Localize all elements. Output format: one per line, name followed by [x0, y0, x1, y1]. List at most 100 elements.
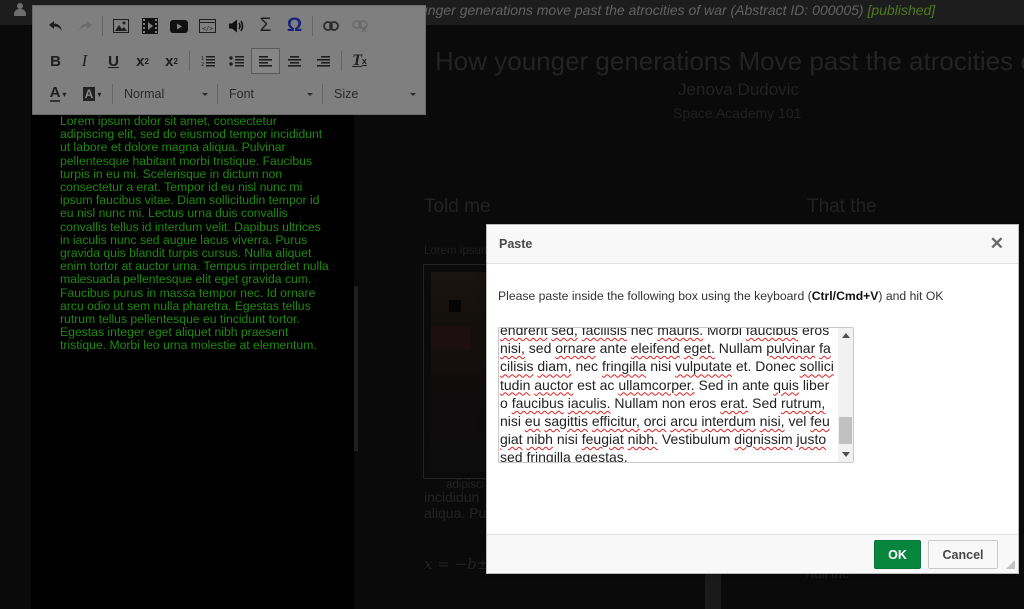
- image-icon[interactable]: [106, 13, 135, 39]
- paste-word: nisi,: [500, 340, 525, 357]
- paste-word: nisi: [500, 413, 522, 430]
- chevron-down-icon: [307, 92, 313, 96]
- cancel-button[interactable]: Cancel: [928, 540, 998, 569]
- background-color-button[interactable]: A ▾: [75, 81, 109, 107]
- paste-word: sagittis: [544, 413, 588, 430]
- ok-button[interactable]: OK: [874, 540, 921, 569]
- svg-text:</>: </>: [202, 26, 213, 33]
- bulleted-list-icon[interactable]: [222, 48, 251, 74]
- close-icon[interactable]: ✕: [990, 234, 1004, 254]
- italic-icon[interactable]: I: [70, 48, 99, 74]
- align-center-icon[interactable]: [280, 48, 309, 74]
- bold-icon[interactable]: B: [41, 48, 70, 74]
- paste-word: ullamcorper.: [618, 376, 695, 393]
- paste-word: Morbi: [707, 327, 743, 338]
- remove-format-icon[interactable]: Tx: [345, 48, 374, 74]
- paste-textarea[interactable]: endrerit sed, facilisis nec mauris. Morb…: [498, 327, 854, 463]
- paste-content[interactable]: endrerit sed, facilisis nec mauris. Morb…: [500, 327, 834, 463]
- underline-icon[interactable]: U: [99, 48, 128, 74]
- numbered-list-icon[interactable]: 12: [193, 48, 222, 74]
- video-icon[interactable]: [135, 13, 164, 39]
- paste-word: arcu: [670, 413, 698, 430]
- chevron-down-icon: ▾: [62, 89, 67, 99]
- paste-word: eros: [801, 327, 830, 338]
- iframe-icon[interactable]: </>: [193, 13, 222, 39]
- paste-word: vel: [788, 413, 807, 430]
- toolbar-separator: [189, 51, 190, 71]
- audio-icon[interactable]: [222, 13, 251, 39]
- scroll-down-icon[interactable]: [842, 452, 850, 457]
- toolbar-row: B I U x2 x2 12 Tx: [41, 47, 374, 75]
- special-char-icon[interactable]: Ω: [280, 13, 309, 39]
- paste-word: vulputate: [675, 358, 732, 375]
- column-a-paragraph: incididun aliqua. Pu: [424, 489, 486, 521]
- paste-word: Vestibulum: [661, 431, 731, 448]
- toolbar-separator: [322, 84, 323, 104]
- resize-handle[interactable]: [1006, 560, 1015, 569]
- align-right-icon[interactable]: [309, 48, 338, 74]
- paste-word: et.: [735, 358, 752, 375]
- text-color-button[interactable]: A ▾: [41, 81, 75, 107]
- paste-word: egestas.: [574, 449, 628, 463]
- toolbar-separator: [102, 16, 103, 36]
- paste-word: ante: [742, 376, 770, 393]
- paste-word: fringilla: [526, 449, 571, 463]
- column-b-heading: That the: [807, 196, 877, 217]
- dialog-footer: OK Cancel: [487, 534, 1018, 573]
- dialog-header[interactable]: Paste ✕: [487, 225, 1018, 264]
- paste-word: Nullam: [614, 394, 658, 411]
- column-a-heading: Told me: [424, 196, 491, 217]
- undo-icon[interactable]: [41, 13, 70, 39]
- paste-word: Donec: [755, 358, 796, 375]
- paste-word: ante: [599, 340, 627, 357]
- paste-word: sed: [528, 340, 552, 357]
- toolbar-separator: [341, 51, 342, 71]
- youtube-icon[interactable]: [164, 13, 193, 39]
- paste-word: ac: [599, 376, 615, 393]
- user-icon[interactable]: [14, 3, 26, 16]
- format-select-value: Normal: [124, 87, 165, 101]
- textarea-scrollbar[interactable]: [838, 328, 853, 462]
- paste-word: nec: [630, 327, 654, 338]
- paragraph-line: aliqua. Pu: [424, 505, 487, 521]
- sum-icon[interactable]: Σ: [251, 13, 280, 39]
- paste-word: mauris.: [657, 327, 704, 338]
- paste-word: eu: [524, 413, 541, 430]
- chevron-down-icon: ▾: [97, 89, 102, 99]
- subscript-icon[interactable]: x2: [128, 48, 157, 74]
- status-badge: [published]: [867, 2, 936, 18]
- format-select[interactable]: Normal: [116, 82, 214, 106]
- text-color-icon: A: [49, 84, 61, 102]
- paste-word: faucibus: [745, 327, 799, 338]
- paste-word: nisi: [650, 358, 672, 375]
- paste-word: sed,: [551, 327, 578, 338]
- poster-organization: Space Academy 101: [673, 105, 802, 121]
- editor-toolbar: </> Σ Ω B I U x2 x2 12 T x A ▾ A ▾ Norma…: [32, 5, 426, 115]
- superscript-icon[interactable]: x2: [157, 48, 186, 74]
- scrollbar-thumb[interactable]: [839, 417, 852, 444]
- toolbar-separator: [112, 84, 113, 104]
- editor-content[interactable]: Lorem ipsum dolor sit amet, consectetur …: [60, 114, 330, 353]
- unlink-icon[interactable]: [345, 13, 374, 39]
- paste-word: eget.: [683, 340, 715, 357]
- formula: x = −b±: [424, 555, 490, 573]
- toolbar-separator: [312, 16, 313, 36]
- abstract-title-header: unger generations move past the atrociti…: [420, 1, 935, 19]
- instruction-text: Please paste inside the following box us…: [498, 289, 812, 303]
- font-select[interactable]: Font: [221, 82, 319, 106]
- scroll-up-icon[interactable]: [842, 333, 850, 338]
- keyboard-shortcut: Ctrl/Cmd+V: [811, 289, 879, 303]
- editor-scrollbar[interactable]: [354, 286, 358, 451]
- svg-text:2: 2: [201, 62, 204, 67]
- link-icon[interactable]: [316, 13, 345, 39]
- paste-word: orci: [643, 413, 667, 430]
- redo-icon[interactable]: [70, 13, 99, 39]
- paste-word: in: [727, 376, 739, 393]
- align-left-icon[interactable]: [251, 48, 280, 74]
- paste-word: nec: [575, 358, 599, 375]
- paste-word: diam,: [537, 358, 572, 375]
- paste-dialog: Paste ✕ Please paste inside the followin…: [486, 224, 1019, 574]
- size-select[interactable]: Size: [326, 82, 422, 106]
- background-color-icon: A: [82, 87, 96, 101]
- paste-word: est: [577, 376, 596, 393]
